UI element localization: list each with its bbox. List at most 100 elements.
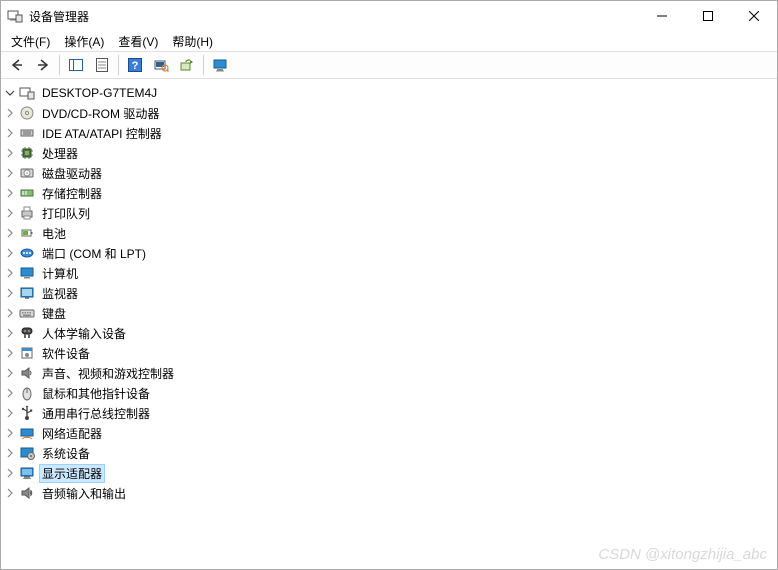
tree-category-node[interactable]: 软件设备 xyxy=(3,343,775,363)
chevron-right-icon[interactable] xyxy=(3,106,17,120)
update-driver-button[interactable] xyxy=(175,53,199,77)
tree-category-label: 鼠标和其他指针设备 xyxy=(39,384,153,403)
toolbar-separator xyxy=(118,55,119,75)
tree-category-node[interactable]: 端口 (COM 和 LPT) xyxy=(3,243,775,263)
chevron-right-icon[interactable] xyxy=(3,166,17,180)
tree-category-node[interactable]: 计算机 xyxy=(3,263,775,283)
back-button[interactable] xyxy=(5,53,29,77)
mouse-icon xyxy=(19,385,35,401)
app-icon xyxy=(7,8,23,24)
ide-icon xyxy=(19,125,35,141)
chevron-right-icon[interactable] xyxy=(3,226,17,240)
tree-category-label: 打印队列 xyxy=(39,204,93,223)
computer-icon xyxy=(19,85,35,101)
tree-category-label: 网络适配器 xyxy=(39,424,105,443)
menu-view[interactable]: 查看(V) xyxy=(112,31,164,52)
device-manager-window: 设备管理器 文件(F) 操作(A) 查看(V) 帮助(H) xyxy=(0,0,778,570)
computer-icon xyxy=(19,265,35,281)
close-button[interactable] xyxy=(731,1,777,31)
device-tree[interactable]: DESKTOP-G7TEM4J DVD/CD-ROM 驱动器IDE ATA/AT… xyxy=(1,79,777,569)
tree-category-node[interactable]: IDE ATA/ATAPI 控制器 xyxy=(3,123,775,143)
chevron-right-icon[interactable] xyxy=(3,466,17,480)
tree-category-node[interactable]: 显示适配器 xyxy=(3,463,775,483)
menu-action[interactable]: 操作(A) xyxy=(58,31,110,52)
chevron-right-icon[interactable] xyxy=(3,326,17,340)
show-hide-console-button[interactable] xyxy=(64,53,88,77)
maximize-button[interactable] xyxy=(685,1,731,31)
chevron-right-icon[interactable] xyxy=(3,246,17,260)
chevron-right-icon[interactable] xyxy=(3,266,17,280)
port-icon xyxy=(19,245,35,261)
chevron-right-icon[interactable] xyxy=(3,146,17,160)
tree-category-label: 端口 (COM 和 LPT) xyxy=(39,244,149,263)
arrow-left-icon xyxy=(9,57,25,73)
arrow-right-icon xyxy=(35,57,51,73)
audio-icon xyxy=(19,485,35,501)
chevron-right-icon[interactable] xyxy=(3,346,17,360)
chevron-right-icon[interactable] xyxy=(3,206,17,220)
forward-button[interactable] xyxy=(31,53,55,77)
chevron-right-icon[interactable] xyxy=(3,406,17,420)
tree-category-label: 声音、视频和游戏控制器 xyxy=(39,364,177,383)
help-button[interactable]: ? xyxy=(123,53,147,77)
tree-category-label: DVD/CD-ROM 驱动器 xyxy=(39,104,162,123)
minimize-button[interactable] xyxy=(639,1,685,31)
computer-icon xyxy=(212,57,228,73)
chevron-right-icon[interactable] xyxy=(3,366,17,380)
titlebar: 设备管理器 xyxy=(1,1,777,31)
close-icon xyxy=(749,11,759,21)
tree-category-node[interactable]: 鼠标和其他指针设备 xyxy=(3,383,775,403)
tree-category-node[interactable]: DVD/CD-ROM 驱动器 xyxy=(3,103,775,123)
tree-category-node[interactable]: 通用串行总线控制器 xyxy=(3,403,775,423)
tree-category-label: 电池 xyxy=(39,224,69,243)
tree-category-node[interactable]: 键盘 xyxy=(3,303,775,323)
tree-category-node[interactable]: 电池 xyxy=(3,223,775,243)
tree-category-node[interactable]: 处理器 xyxy=(3,143,775,163)
software-icon xyxy=(19,345,35,361)
tree-category-node[interactable]: 网络适配器 xyxy=(3,423,775,443)
tree-category-node[interactable]: 音频输入和输出 xyxy=(3,483,775,503)
tree-category-node[interactable]: 监视器 xyxy=(3,283,775,303)
tree-category-label: 显示适配器 xyxy=(39,464,105,483)
chevron-right-icon[interactable] xyxy=(3,286,17,300)
tree-category-node[interactable]: 系统设备 xyxy=(3,443,775,463)
chevron-right-icon[interactable] xyxy=(3,446,17,460)
chevron-right-icon[interactable] xyxy=(3,426,17,440)
chevron-right-icon[interactable] xyxy=(3,186,17,200)
toolbar-separator xyxy=(203,55,204,75)
tree-category-node[interactable]: 声音、视频和游戏控制器 xyxy=(3,363,775,383)
tree-category-node[interactable]: 存储控制器 xyxy=(3,183,775,203)
tree-category-label: 键盘 xyxy=(39,304,69,323)
tree-category-label: IDE ATA/ATAPI 控制器 xyxy=(39,124,165,143)
chevron-right-icon[interactable] xyxy=(3,306,17,320)
menu-help[interactable]: 帮助(H) xyxy=(166,31,219,52)
panel-icon xyxy=(68,57,84,73)
minimize-icon xyxy=(657,11,667,21)
cpu-icon xyxy=(19,145,35,161)
menu-file[interactable]: 文件(F) xyxy=(5,31,56,52)
monitor-icon xyxy=(19,285,35,301)
tree-category-node[interactable]: 磁盘驱动器 xyxy=(3,163,775,183)
tree-category-label: 系统设备 xyxy=(39,444,93,463)
tree-root-label: DESKTOP-G7TEM4J xyxy=(39,85,160,101)
window-title: 设备管理器 xyxy=(29,8,89,25)
maximize-icon xyxy=(703,11,713,21)
display-icon xyxy=(19,465,35,481)
menubar: 文件(F) 操作(A) 查看(V) 帮助(H) xyxy=(1,31,777,51)
chevron-right-icon[interactable] xyxy=(3,126,17,140)
scan-hardware-button[interactable] xyxy=(149,53,173,77)
chevron-right-icon[interactable] xyxy=(3,486,17,500)
toolbar-separator xyxy=(59,55,60,75)
properties-button[interactable] xyxy=(90,53,114,77)
help-icon: ? xyxy=(127,57,143,73)
usb-icon xyxy=(19,405,35,421)
remote-computer-button[interactable] xyxy=(208,53,232,77)
chevron-right-icon[interactable] xyxy=(3,386,17,400)
tree-category-node[interactable]: 人体学输入设备 xyxy=(3,323,775,343)
properties-icon xyxy=(94,57,110,73)
chevron-down-icon[interactable] xyxy=(3,86,17,100)
tree-category-label: 软件设备 xyxy=(39,344,93,363)
tree-root-node[interactable]: DESKTOP-G7TEM4J xyxy=(3,83,775,103)
tree-category-node[interactable]: 打印队列 xyxy=(3,203,775,223)
system-icon xyxy=(19,445,35,461)
